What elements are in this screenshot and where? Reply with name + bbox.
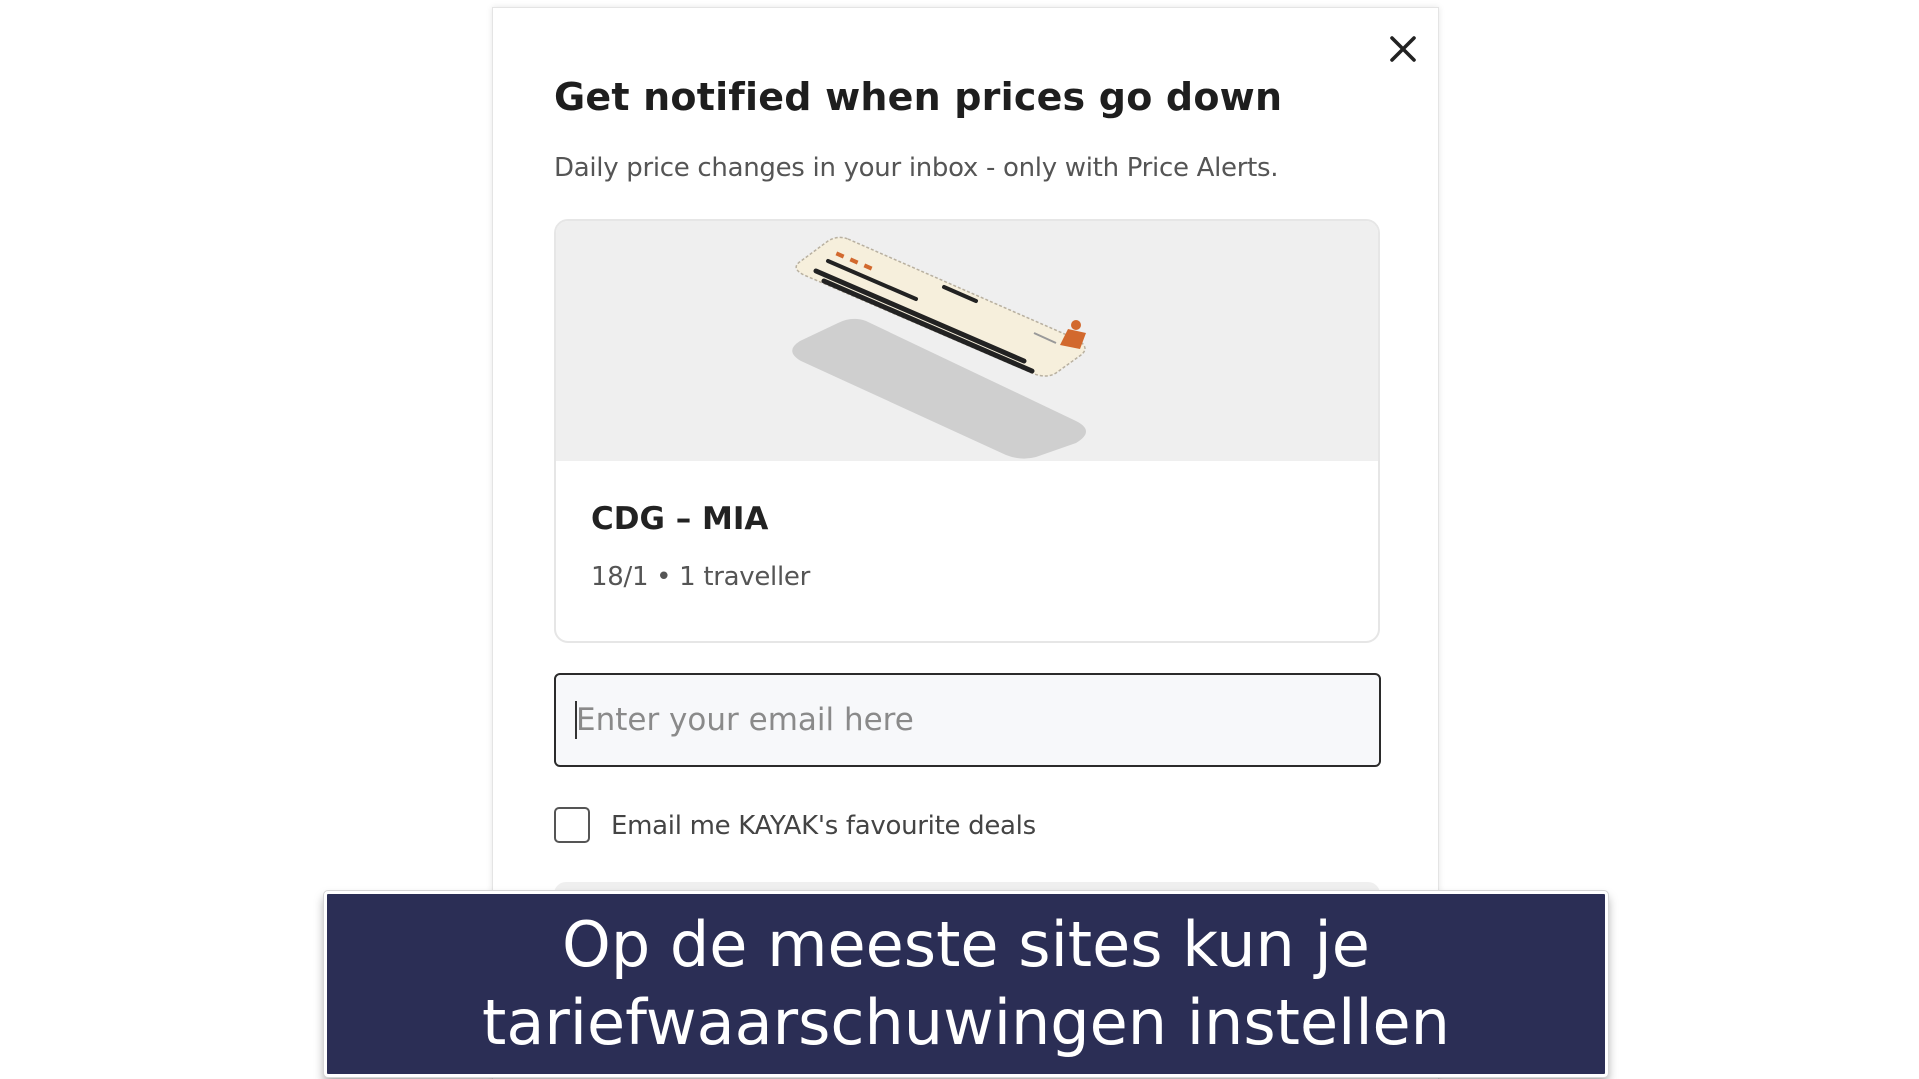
caption-line-2: tariefwaarschuwingen instellen (482, 986, 1450, 1059)
modal-subtitle: Daily price changes in your inbox - only… (554, 153, 1279, 183)
favourite-deals-label[interactable]: Email me KAYAK's favourite deals (611, 811, 1036, 841)
caption-banner: Op de meeste sites kun je tariefwaarschu… (324, 891, 1608, 1077)
ticket-illustration (792, 236, 1086, 459)
screenshot-stage: Get notified when prices go down Daily p… (0, 0, 1919, 1079)
email-input[interactable] (554, 673, 1381, 767)
close-button[interactable] (1386, 32, 1420, 66)
illustration-panel (556, 221, 1378, 461)
flight-card: CDG – MIA 18/1 • 1 traveller (554, 219, 1380, 643)
favourite-deals-checkbox[interactable] (554, 807, 590, 843)
caption-line-1: Op de meeste sites kun je (562, 908, 1370, 981)
close-icon (1390, 36, 1416, 62)
flight-route: CDG – MIA (591, 501, 769, 537)
trip-details: 18/1 • 1 traveller (591, 562, 810, 592)
text-cursor (575, 701, 577, 739)
modal-title: Get notified when prices go down (554, 75, 1283, 119)
